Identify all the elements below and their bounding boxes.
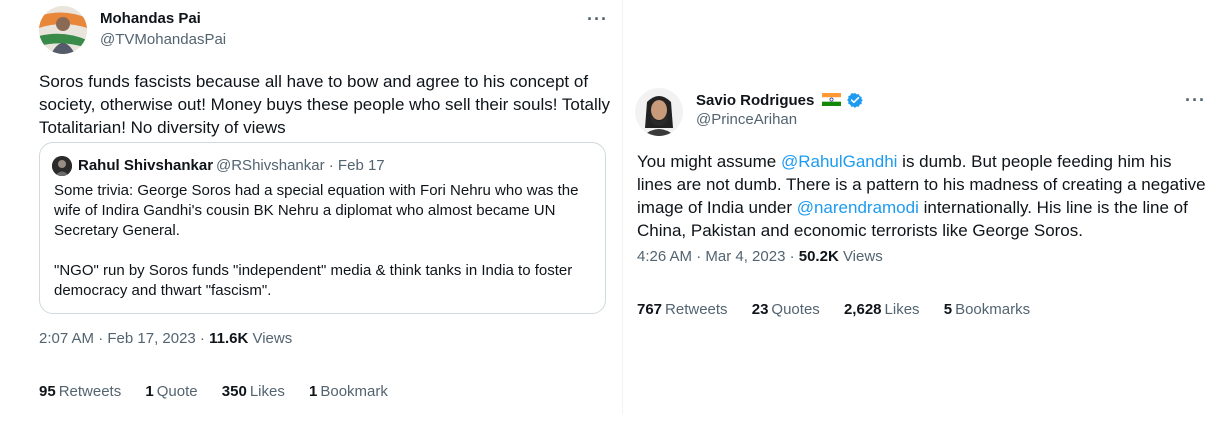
quotes-stat[interactable]: 1 Quote (145, 383, 197, 400)
tweet-text: You might assume @RahulGandhi is dumb. B… (637, 150, 1207, 242)
views-label: Views (838, 248, 883, 265)
retweets-stat[interactable]: 767 Retweets (637, 301, 728, 318)
avatar-image (635, 88, 683, 136)
tweet-text-segment: You might assume (637, 152, 781, 171)
author-handle[interactable]: @TVMohandasPai (100, 31, 226, 48)
more-options-icon[interactable]: ··· (1185, 90, 1206, 111)
likes-stat[interactable]: 350 Likes (222, 383, 285, 400)
india-flag-icon (821, 93, 841, 106)
bookmarks-stat[interactable]: 5 Bookmarks (944, 301, 1030, 318)
tweet-mohandas-pai[interactable]: Mohandas Pai @TVMohandasPai ··· Soros fu… (22, 0, 623, 410)
author-handle[interactable]: @PrinceArihan (696, 111, 797, 128)
bookmarks-stat[interactable]: 1 Bookmark (309, 383, 388, 400)
tweet-meta: 4:26 AM · Mar 4, 2023 · 50.2K Views (637, 248, 883, 265)
views-label: Views (248, 330, 293, 347)
quote-paragraph: "NGO" run by Soros funds "independent" m… (54, 262, 573, 299)
quotes-stat[interactable]: 23 Quotes (752, 301, 820, 318)
author-avatar[interactable] (635, 88, 683, 136)
author-avatar[interactable] (39, 6, 87, 54)
tweet-stats: 767 Retweets 23 Quotes 2,628 Likes 5 Bookmar… (637, 301, 1050, 318)
timestamp[interactable]: 4:26 AM · Mar 4, 2023 · (637, 248, 799, 265)
quote-author-name: Rahul Shivshankar (78, 157, 214, 174)
mention-link[interactable]: @narendramodi (797, 198, 919, 217)
author-name-row: Savio Rodrigues (696, 92, 863, 109)
quoted-tweet[interactable]: Rahul Shivshankar @RShivshankar · Feb 17… (39, 142, 606, 314)
quote-author-avatar (52, 156, 72, 176)
mention-link[interactable]: @RahulGandhi (781, 152, 898, 171)
verified-badge-icon (846, 93, 863, 108)
likes-stat[interactable]: 2,628 Likes (844, 301, 920, 318)
views-count: 11.6K (209, 330, 249, 347)
author-name[interactable]: Mohandas Pai (100, 10, 201, 27)
retweets-stat[interactable]: 95 Retweets (39, 383, 121, 400)
avatar-image (39, 6, 87, 54)
more-options-icon[interactable]: ··· (587, 9, 608, 30)
views-count: 50.2K (798, 248, 839, 265)
author-name[interactable]: Savio Rodrigues (696, 92, 814, 109)
tweet-meta: 2:07 AM · Feb 17, 2023 · 11.6K Views (39, 330, 292, 347)
quote-author-handle-date: @RShivshankar · Feb 17 (216, 157, 385, 174)
tweet-text: Soros funds fascists because all have to… (39, 72, 611, 137)
timestamp[interactable]: 2:07 AM · Feb 17, 2023 · (39, 330, 209, 347)
tweet-savio-rodrigues[interactable]: Savio Rodrigues @PrinceArihan ··· You mi… (622, 76, 1219, 414)
tweet-stats: 95 Retweets 1 Quote 350 Likes 1 Bookmark (39, 383, 408, 400)
quote-paragraph: Some trivia: George Soros had a special … (54, 182, 579, 239)
quote-text: Some trivia: George Soros had a special … (54, 181, 599, 321)
